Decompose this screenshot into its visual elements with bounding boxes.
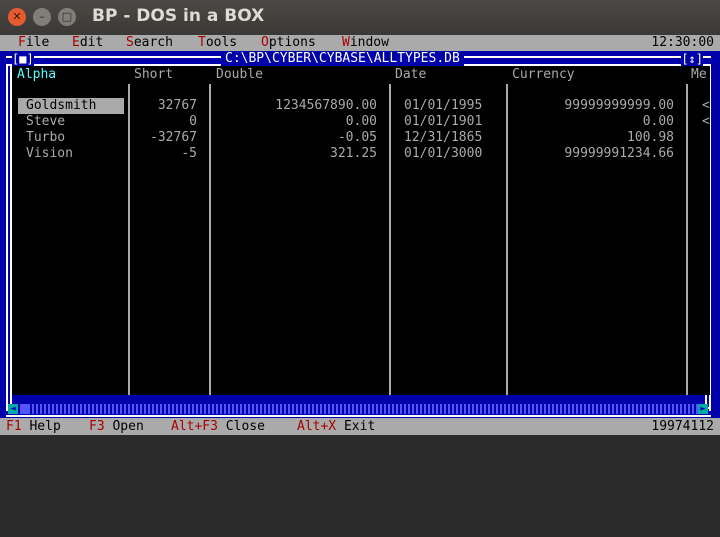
menu-tools-label: ools — [205, 35, 238, 50]
cell-short[interactable]: 0 — [132, 114, 197, 130]
menu-file-hotkey: F — [18, 35, 26, 50]
status-exit-key: Alt+X — [297, 419, 337, 434]
window-title-bar: ✕ – □ BP - DOS in a BOX — [0, 0, 720, 35]
column-divider — [128, 84, 130, 395]
status-close-key: Alt+F3 — [171, 419, 218, 434]
header-date[interactable]: Date — [395, 66, 426, 84]
menu-window[interactable]: Window — [342, 35, 389, 51]
table-header: Alpha Short Double Date Currency Me — [12, 66, 710, 84]
header-double[interactable]: Double — [216, 66, 263, 84]
cell-alpha[interactable]: Turbo — [26, 130, 65, 146]
cell-memo[interactable]: < — [702, 98, 710, 114]
cell-short[interactable]: -5 — [132, 146, 197, 162]
status-bar: F1 Help F3 Open Alt+F3 Close Alt+X Exit … — [0, 418, 720, 435]
scrollbar-thumb[interactable] — [20, 404, 28, 414]
status-open-key: F3 — [89, 419, 105, 434]
cell-currency[interactable]: 99999991234.66 — [512, 146, 674, 162]
status-help[interactable]: F1 Help — [6, 418, 61, 435]
menu-options-hotkey: O — [261, 35, 269, 50]
cell-double[interactable]: -0.05 — [212, 130, 377, 146]
status-help-label: Help — [29, 419, 61, 434]
status-help-key: F1 — [6, 419, 22, 434]
menu-window-hotkey: W — [342, 35, 350, 50]
window-close-box[interactable]: [■] — [12, 52, 34, 66]
cell-double[interactable]: 321.25 — [212, 146, 377, 162]
cell-alpha[interactable]: Steve — [26, 114, 65, 130]
cell-alpha[interactable]: Vision — [26, 146, 73, 162]
header-short[interactable]: Short — [134, 66, 173, 84]
cell-date[interactable]: 01/01/1901 — [404, 114, 482, 130]
menu-search-hotkey: S — [126, 35, 134, 50]
status-close-label: Close — [225, 419, 265, 434]
clock: 12:30:00 — [651, 35, 714, 50]
menu-options-label: ptions — [268, 35, 316, 50]
memory-indicator: 19974112 — [651, 419, 714, 434]
status-open-label: Open — [112, 419, 144, 434]
cell-alpha[interactable]: Goldsmith — [18, 98, 124, 114]
minimize-window-button[interactable]: – — [33, 8, 51, 26]
cell-date[interactable]: 01/01/3000 — [404, 146, 482, 162]
menu-file[interactable]: File — [18, 35, 49, 51]
menu-edit-hotkey: E — [72, 35, 80, 50]
scroll-left-arrow-icon[interactable]: ◄ — [8, 404, 18, 414]
menu-file-label: ile — [25, 35, 50, 50]
maximize-window-button[interactable]: □ — [58, 8, 76, 26]
cell-short[interactable]: 32767 — [132, 98, 197, 114]
scroll-right-arrow-icon[interactable]: ► — [698, 404, 708, 414]
menu-search[interactable]: Search — [126, 35, 173, 51]
header-memo[interactable]: Me — [691, 66, 707, 84]
cell-double[interactable]: 0.00 — [212, 114, 377, 130]
cell-date[interactable]: 01/01/1995 — [404, 98, 482, 114]
header-currency[interactable]: Currency — [512, 66, 575, 84]
horizontal-scrollbar[interactable]: ◄ ► — [8, 404, 708, 414]
column-divider — [506, 84, 508, 395]
cell-date[interactable]: 12/31/1865 — [404, 130, 482, 146]
menu-tools[interactable]: Tools — [198, 35, 237, 51]
cell-short[interactable]: -32767 — [132, 130, 197, 146]
menu-window-label: indow — [349, 35, 389, 50]
status-exit[interactable]: Alt+X Exit — [297, 418, 375, 435]
menu-search-label: earch — [133, 35, 173, 50]
window-title: BP - DOS in a BOX — [92, 6, 265, 26]
menu-tools-hotkey: T — [198, 35, 206, 50]
window-zoom-box[interactable]: [↕] — [681, 52, 703, 66]
cell-memo[interactable]: < — [702, 114, 710, 130]
status-open[interactable]: F3 Open — [89, 418, 144, 435]
cell-currency[interactable]: 100.98 — [512, 130, 674, 146]
menu-edit[interactable]: Edit — [72, 35, 103, 51]
column-divider — [389, 84, 391, 395]
window-frame-top: [■] C:\BP\CYBER\CYBASE\ALLTYPES.DB [↕] — [6, 52, 711, 66]
dos-screen: File Edit Search Tools Options Window 12… — [0, 35, 720, 435]
column-divider — [686, 84, 688, 395]
cell-double[interactable]: 1234567890.00 — [212, 98, 377, 114]
column-divider — [209, 84, 211, 395]
header-alpha[interactable]: Alpha — [17, 66, 56, 84]
close-window-button[interactable]: ✕ — [8, 8, 26, 26]
cell-currency[interactable]: 0.00 — [512, 114, 674, 130]
status-exit-label: Exit — [343, 419, 376, 434]
menu-bar: File Edit Search Tools Options Window 12… — [0, 35, 720, 51]
status-close[interactable]: Alt+F3 Close — [171, 418, 265, 435]
window-path-title: C:\BP\CYBER\CYBASE\ALLTYPES.DB — [221, 52, 464, 66]
menu-options[interactable]: Options — [261, 35, 316, 51]
menu-edit-label: dit — [79, 35, 104, 50]
cell-currency[interactable]: 99999999999.00 — [512, 98, 674, 114]
data-table[interactable]: Goldsmith 32767 1234567890.00 01/01/1995… — [12, 84, 710, 395]
